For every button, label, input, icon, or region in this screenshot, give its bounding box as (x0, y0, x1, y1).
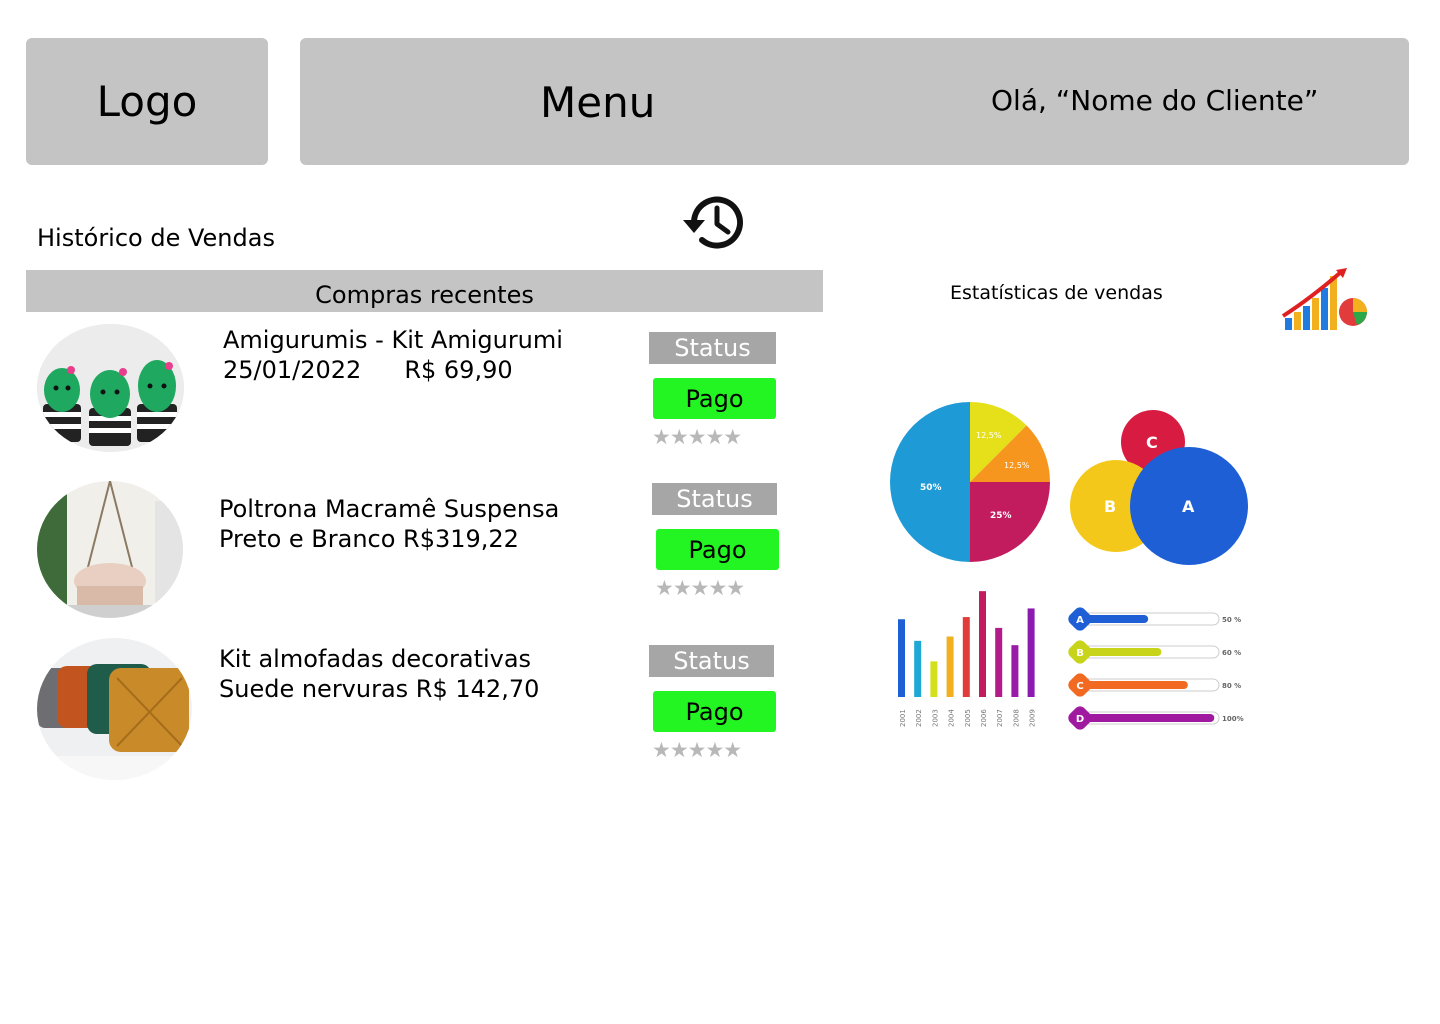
status-label: Status (649, 332, 776, 364)
sales-statistics-title: Estatísticas de vendas (950, 282, 1163, 304)
progress-percent: 80 % (1222, 682, 1241, 690)
progress-percent: 100% (1222, 715, 1244, 723)
pie-label: 12,5% (976, 431, 1002, 440)
rating-stars[interactable]: ★★★★★ (655, 576, 745, 600)
venn-label: A (1182, 497, 1195, 516)
venn-label: C (1146, 433, 1158, 452)
bar-year-label: 2003 (931, 709, 939, 727)
pie-chart: 50% 12,5% 12,5% 25% (888, 400, 1053, 569)
status-badge[interactable]: Pago (656, 529, 779, 570)
bar-year-label: 2005 (964, 709, 972, 727)
bar (898, 619, 905, 697)
bar-year-label: 2004 (948, 709, 956, 727)
bar-year-label: 2001 (899, 709, 907, 727)
item-date-price: 25/01/2022 R$ 69,90 (223, 355, 563, 385)
cushions-image[interactable] (37, 638, 192, 780)
macrame-chair-image[interactable] (37, 481, 183, 618)
item-title: Kit almofadas decorativas (219, 645, 532, 673)
item-description: Amigurumis - Kit Amigurumi 25/01/2022 R$ … (223, 325, 563, 385)
pie-label: 25% (990, 511, 1012, 521)
venn-diagram: C B A (1066, 408, 1251, 574)
sales-history-title: Histórico de Vendas (37, 224, 275, 252)
menu-bar[interactable]: Menu Olá, “Nome do Cliente” (300, 38, 1409, 165)
bar (995, 627, 1003, 697)
history-icon[interactable] (680, 190, 750, 256)
pie-slice (890, 402, 970, 562)
status-label: Status (652, 483, 777, 515)
pie-label: 50% (920, 483, 942, 493)
rating-stars[interactable]: ★★★★★ (652, 425, 742, 449)
pie-label: 12,5% (1004, 461, 1030, 470)
progress-fill (1082, 615, 1149, 623)
rating-stars[interactable]: ★★★★★ (652, 738, 742, 762)
progress-label: D (1076, 714, 1084, 725)
status-badge[interactable]: Pago (653, 691, 776, 732)
bar (1027, 608, 1035, 697)
progress-label: C (1076, 681, 1083, 692)
status-badge[interactable]: Pago (653, 378, 776, 419)
item-price: R$ 69,90 (404, 356, 513, 384)
venn-label: B (1104, 497, 1116, 516)
progress-label: B (1076, 648, 1084, 659)
item-title: Poltrona Macramê Suspensa (219, 495, 560, 523)
logo[interactable]: Logo (26, 38, 268, 165)
bar-chart: 2001 2002 2003 2004 2005 2006 2007 2008 2009 (892, 585, 1042, 739)
recent-purchases-title: Compras recentes (315, 281, 534, 309)
bar-year-label: 2009 (1029, 709, 1037, 727)
item-subtitle-price: Preto e Branco R$319,22 (219, 525, 519, 553)
progress-fill (1082, 681, 1188, 689)
bar (930, 661, 938, 697)
menu-label[interactable]: Menu (540, 78, 655, 127)
sales-chart-icon[interactable] (1281, 268, 1369, 332)
recent-purchases-header: Compras recentes (26, 270, 823, 312)
item-date: 25/01/2022 (223, 356, 362, 384)
bar (979, 591, 986, 697)
status-label: Status (649, 645, 774, 677)
cactus-amigurumi-image[interactable] (37, 324, 184, 452)
item-description: Poltrona Macramê Suspensa Preto e Branco… (219, 494, 559, 554)
greeting: Olá, “Nome do Cliente” (991, 84, 1319, 117)
bar-year-label: 2002 (915, 709, 923, 727)
progress-fill (1082, 648, 1162, 656)
bar-year-label: 2008 (1012, 709, 1020, 727)
bar (962, 617, 970, 697)
item-description: Kit almofadas decorativas Suede nervuras… (219, 644, 539, 704)
pie-slice (970, 482, 1050, 562)
bar (1011, 645, 1019, 697)
bar (914, 640, 922, 697)
progress-percent: 50 % (1222, 616, 1241, 624)
bar-year-label: 2007 (996, 709, 1004, 727)
progress-fill (1082, 714, 1215, 722)
progress-label: A (1076, 615, 1084, 626)
item-title: Amigurumis - Kit Amigurumi (223, 326, 563, 354)
bar-year-label: 2006 (980, 709, 988, 727)
item-subtitle-price: Suede nervuras R$ 142,70 (219, 675, 540, 703)
progress-bars-chart: A 50 % B 60 % C 80 % D 100% (1062, 600, 1252, 739)
bar (946, 636, 954, 697)
progress-percent: 60 % (1222, 649, 1241, 657)
